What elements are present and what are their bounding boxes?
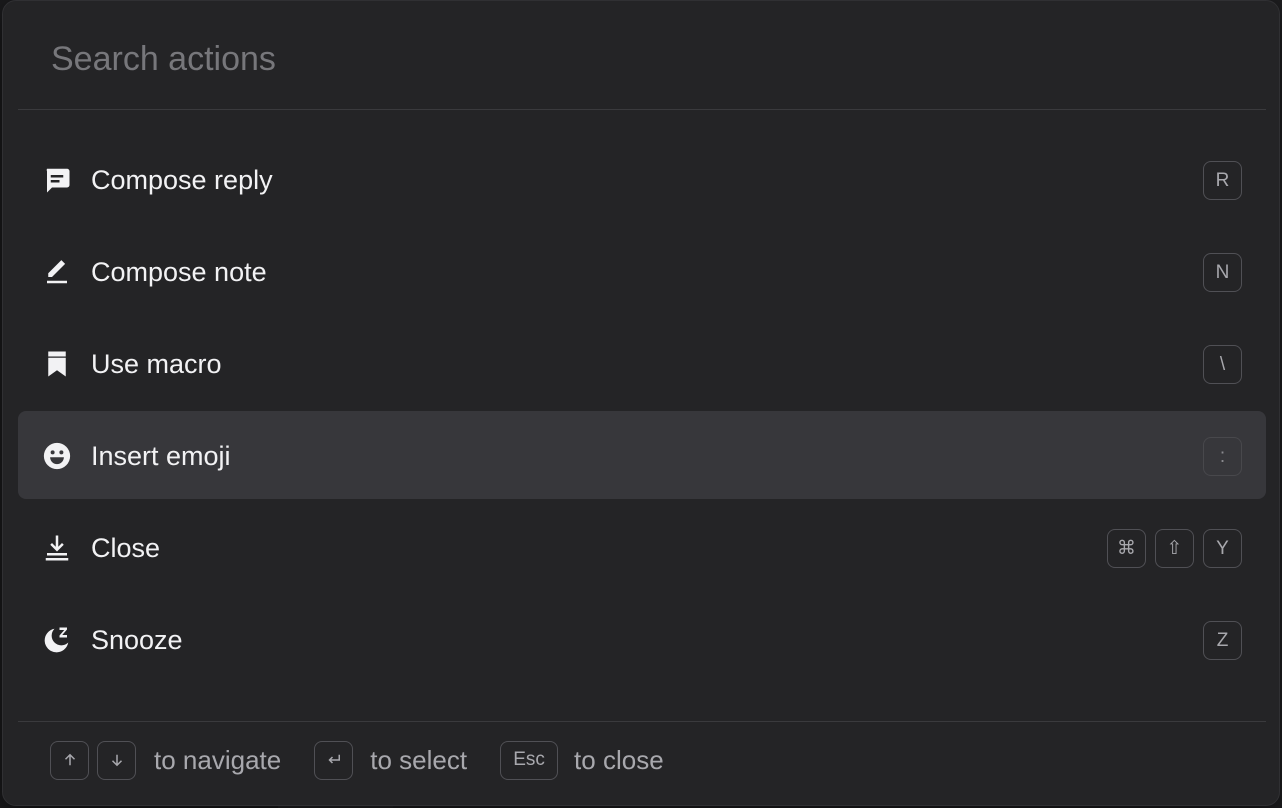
action-item-compose-note[interactable]: Compose note N: [18, 227, 1266, 315]
action-item-snooze[interactable]: Snooze Z: [18, 595, 1266, 683]
moon-z-icon: [42, 625, 72, 655]
shortcut-key: Y: [1203, 529, 1242, 568]
action-list: Compose reply R Compose note N Use macro…: [18, 135, 1266, 687]
shortcut-key: R: [1203, 161, 1242, 200]
divider: [18, 721, 1266, 722]
esc-key: Esc: [500, 740, 559, 780]
shortcut-keys: Z: [1203, 621, 1242, 660]
arrow-up-icon: [64, 753, 75, 766]
pen-icon: [42, 257, 72, 287]
arrow-down-key: [97, 740, 136, 780]
shortcut-keys: :: [1203, 437, 1242, 476]
shortcut-keys: N: [1203, 253, 1242, 292]
action-label: Use macro: [91, 349, 222, 379]
action-label: Compose reply: [91, 165, 273, 195]
bookmark-icon: [42, 349, 72, 379]
action-label: Close: [91, 533, 161, 563]
return-icon: [328, 754, 340, 764]
shortcut-keys: \: [1203, 345, 1242, 384]
action-item-insert-emoji[interactable]: Insert emoji :: [18, 411, 1266, 499]
search-input[interactable]: [18, 29, 1248, 89]
navigate-hint: to navigate: [154, 744, 282, 775]
action-label: Insert emoji: [91, 441, 231, 471]
shortcut-keys: R: [1203, 161, 1242, 200]
shortcut-key: \: [1203, 345, 1242, 384]
command-palette: Compose reply R Compose note N Use macro…: [2, 0, 1280, 806]
action-label: Compose note: [91, 257, 267, 287]
footer-hints: to navigate to select Esc to close: [50, 740, 664, 780]
action-item-use-macro[interactable]: Use macro \: [18, 319, 1266, 407]
shortcut-key: :: [1203, 437, 1242, 476]
action-item-compose-reply[interactable]: Compose reply R: [18, 135, 1266, 223]
shift-key: ⇧: [1155, 529, 1194, 568]
arrow-down-icon: [111, 754, 122, 767]
shortcut-key: N: [1203, 253, 1242, 292]
download-tray-icon: [42, 533, 72, 563]
command-key: ⌘: [1107, 529, 1146, 568]
arrow-up-key: [50, 740, 89, 780]
action-item-close[interactable]: Close ⌘ ⇧ Y: [18, 503, 1266, 591]
divider: [18, 109, 1266, 110]
action-label: Snooze: [91, 625, 183, 655]
select-hint: to select: [370, 744, 468, 775]
smiley-icon: [42, 441, 72, 471]
enter-key: [314, 740, 354, 780]
close-hint: to close: [574, 744, 664, 775]
shortcut-keys: ⌘ ⇧ Y: [1107, 529, 1242, 568]
shortcut-key: Z: [1203, 621, 1242, 660]
chat-bubble-icon: [42, 165, 72, 195]
